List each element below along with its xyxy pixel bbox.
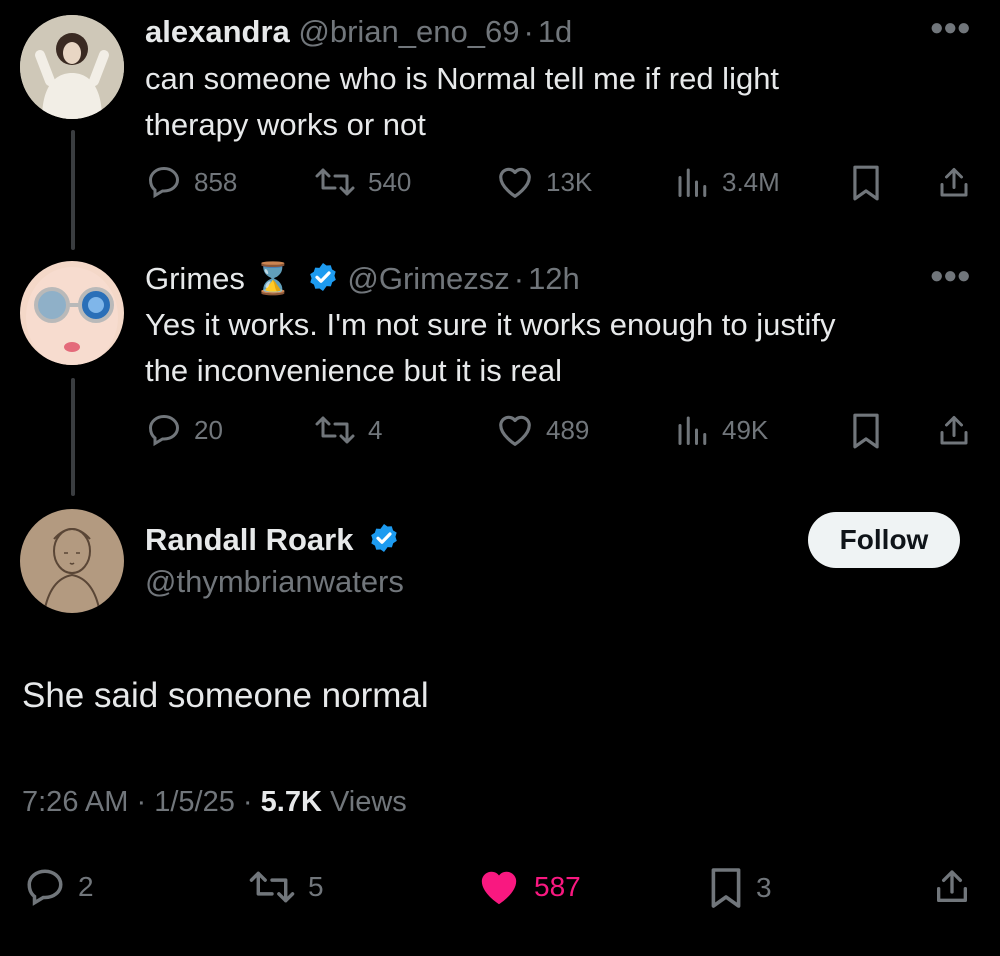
main-post-views-count[interactable]: 5.7K [261,786,322,818]
main-post-meta: 7:26 AM · 1/5/25 · 5.7K Views [22,786,407,819]
hourglass-icon: ⌛ [253,261,293,296]
main-retweet-count: 5 [308,871,324,902]
verified-icon [371,524,397,552]
avatar-randall-roark-image [20,509,124,613]
main-reply-count: 2 [78,871,94,902]
main-like-button[interactable]: 587 [476,866,581,908]
tweet-2-sep: · [513,261,525,296]
tweet-2-header: Grimes ⌛ @Grimezsz · 12h [145,260,580,297]
tweet-2-retweet-count: 4 [368,414,383,445]
reply-icon [27,869,63,906]
retweet-icon [249,871,295,903]
tweet-1-header: alexandra @brian_eno_69 · 1d [145,14,572,50]
tweet-1-author-name[interactable]: alexandra [145,14,290,49]
main-post-header: Randall Roark [145,522,400,558]
follow-button[interactable]: Follow [808,512,960,568]
thread-view: alexandra @brian_eno_69 · 1d ●●● can someo… [0,0,1000,956]
tweet-2-like-count: 489 [546,414,590,445]
main-post-author-name[interactable]: Randall Roark [145,522,353,557]
tweet-2-author-name[interactable]: Grimes [145,261,245,296]
tweet-1-retweet-button[interactable]: 540 [314,164,411,200]
like-icon [481,871,517,905]
retweet-icon [315,416,355,444]
tweet-1-view-count: 3.4M [722,166,780,197]
views-icon [678,168,707,197]
reply-icon [148,414,180,447]
tweet-1-like-count: 13K [546,166,593,197]
tweet-2-text-line-2: the inconvenience but it is real [145,353,563,388]
tweet-2-like-button[interactable]: 489 [496,412,589,448]
share-icon [940,416,968,445]
share-icon [937,870,967,902]
like-icon [499,415,531,446]
bookmark-icon [711,868,741,908]
meta-sep-2: · [242,786,253,818]
retweet-icon [315,168,355,196]
tweet-1-bookmark-button[interactable] [850,164,882,202]
main-post-date[interactable]: 1/5/25 [154,786,235,818]
tweet-2-retweet-button[interactable]: 4 [314,412,382,448]
main-post-time[interactable]: 7:26 AM [22,786,128,818]
main-bookmark-button[interactable]: 3 [708,866,772,910]
meta-sep-1: · [136,786,147,818]
main-post-text: She said someone normal [22,676,429,715]
tweet-1-views-button[interactable]: 3.4M [674,164,780,200]
thread-line-1 [71,130,75,250]
like-icon [499,167,531,198]
bookmark-icon [853,165,879,201]
tweet-1-share-button[interactable] [936,164,972,202]
main-retweet-button[interactable]: 5 [248,866,324,908]
main-reply-button[interactable]: 2 [24,866,94,908]
tweet-1-retweet-count: 540 [368,166,412,197]
tweet-1-sep: · [523,14,534,49]
avatar-grimes-image [20,261,124,365]
tweet-2-text-line-1: Yes it works. I'm not sure it works enou… [145,307,836,342]
tweet-1-text-line-1: can someone who is Normal tell me if red… [145,61,780,96]
tweet-1-text-line-2: therapy works or not [145,107,426,142]
tweet-2-bookmark-button[interactable] [850,412,882,450]
tweet-2-time[interactable]: 12h [528,261,580,296]
avatar-alexandra-image [20,15,124,119]
tweet-2-share-button[interactable] [936,412,972,450]
tweet-1-like-button[interactable]: 13K [496,164,592,200]
tweet-2-view-count: 49K [722,414,769,445]
verified-icon [309,263,336,291]
main-post-handle-row: @thymbrianwaters [145,564,404,600]
main-bookmark-count: 3 [756,872,772,903]
reply-icon [148,166,180,199]
avatar-grimes[interactable] [20,261,124,365]
bookmark-icon [853,413,879,449]
tweet-1-handle[interactable]: @brian_eno_69 [298,14,519,49]
share-icon [940,168,968,197]
tweet-2-reply-count: 20 [194,414,223,445]
tweet-1-reply-button[interactable]: 858 [146,164,237,200]
tweet-2-text: Yes it works. I'm not sure it works enou… [145,302,965,394]
tweet-1-text: can someone who is Normal tell me if red… [145,56,965,148]
views-icon [678,416,707,445]
main-post-handle[interactable]: @thymbrianwaters [145,564,404,599]
thread-line-2 [71,378,75,496]
more-icon[interactable]: ●●● [930,262,971,290]
tweet-1-time[interactable]: 1d [538,14,572,49]
main-post-views-label: Views [329,786,407,818]
main-share-button[interactable] [932,866,972,908]
avatar-randall-roark[interactable] [20,509,124,613]
main-like-count: 587 [534,871,581,902]
avatar-alexandra[interactable] [20,15,124,119]
tweet-2-handle[interactable]: @Grimezsz [347,261,509,296]
tweet-1-reply-count: 858 [194,166,238,197]
tweet-2-views-button[interactable]: 49K [674,412,768,448]
tweet-2-reply-button[interactable]: 20 [146,412,223,448]
more-icon[interactable]: ●●● [930,14,971,42]
